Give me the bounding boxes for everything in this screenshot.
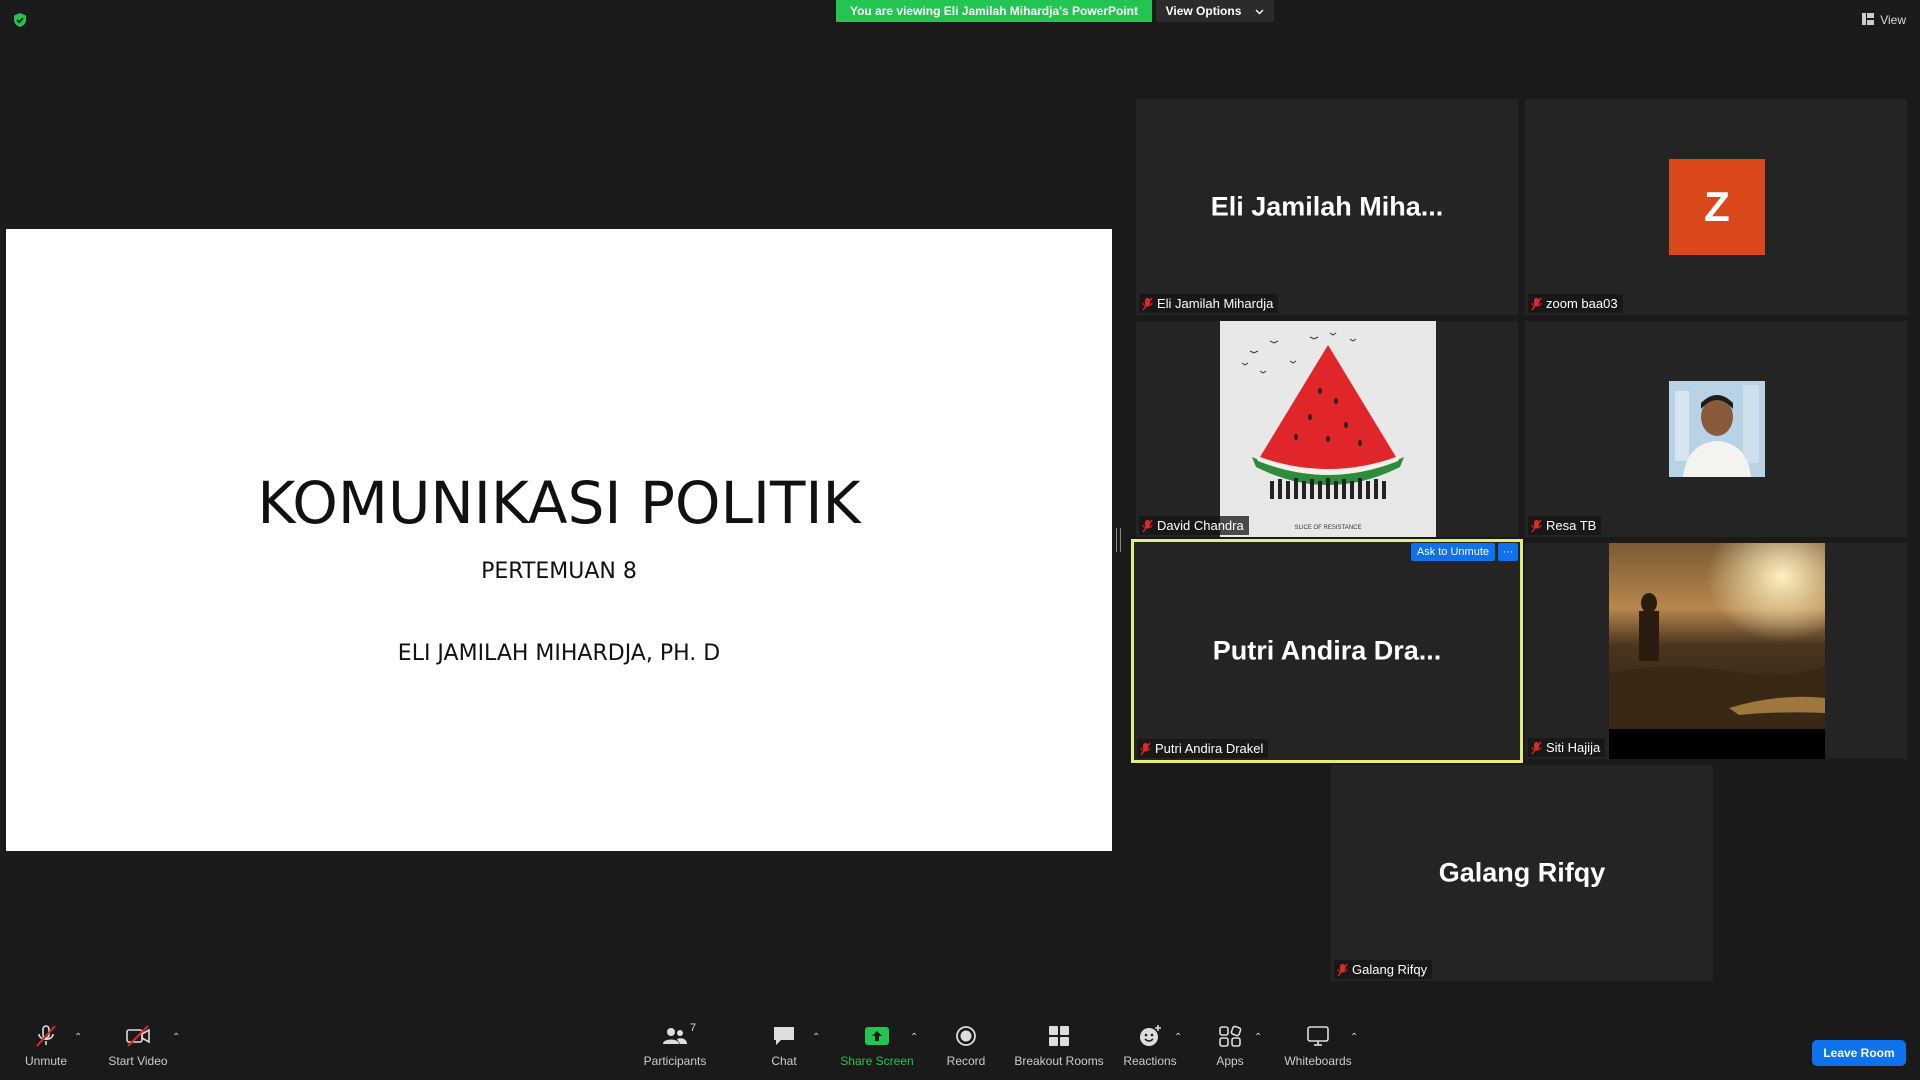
chevron-up-icon[interactable]: ⌃: [1350, 1032, 1360, 1043]
image-caption: SLICE OF RESISTANCE: [1294, 525, 1362, 531]
video-tile-galang[interactable]: Galang Rifqy Galang Rifqy: [1331, 765, 1713, 981]
slide-author: ELI JAMILAH MIHARDJA, PH. D: [397, 641, 721, 666]
profile-picture: [1669, 381, 1765, 477]
shared-presentation-slide[interactable]: KOMUNIKASI POLITIK PERTEMUAN 8 ELI JAMIL…: [6, 229, 1112, 851]
chevron-down-icon: [1255, 4, 1264, 18]
video-tile-resa[interactable]: Resa TB: [1525, 321, 1907, 537]
breakout-rooms-label: Breakout Rooms: [1014, 1054, 1104, 1068]
video-feed: [1609, 543, 1825, 759]
record-label: Record: [946, 1054, 986, 1068]
participant-name-label: Eli Jamilah Mihardja: [1139, 294, 1279, 313]
video-tile-putri[interactable]: Putri Andira Dra... Ask to Unmute ··· Pu…: [1131, 539, 1523, 763]
breakout-rooms-button[interactable]: Breakout Rooms: [1012, 1012, 1106, 1080]
avatar: Z: [1669, 159, 1765, 255]
unmute-label: Unmute: [24, 1054, 68, 1068]
participant-name: Galang Rifqy: [1352, 962, 1428, 977]
participants-label: Participants: [643, 1054, 707, 1068]
view-options-label: View Options: [1165, 4, 1242, 18]
apps-label: Apps: [1216, 1054, 1244, 1068]
participant-name-label: David Chandra: [1139, 516, 1249, 535]
share-screen-label: Share Screen: [840, 1054, 914, 1068]
chat-button[interactable]: Chat: [766, 1012, 802, 1080]
chevron-up-icon[interactable]: ⌃: [172, 1032, 182, 1043]
meeting-toolbar: Unmute ⌃ Start Video ⌃ Participants 7 Ch…: [0, 1012, 1920, 1080]
video-tile-eli[interactable]: Eli Jamilah Miha... Eli Jamilah Mihardja: [1136, 99, 1518, 315]
mic-muted-icon: [36, 1025, 56, 1047]
apps-button[interactable]: Apps: [1210, 1012, 1250, 1080]
mic-muted-icon: [1140, 742, 1151, 756]
more-options-button[interactable]: ···: [1498, 543, 1518, 561]
chevron-up-icon[interactable]: ⌃: [1174, 1032, 1184, 1043]
record-button[interactable]: Record: [944, 1012, 988, 1080]
chat-label: Chat: [771, 1054, 797, 1068]
whiteboards-button[interactable]: Whiteboards: [1282, 1012, 1354, 1080]
chevron-up-icon[interactable]: ⌃: [812, 1032, 822, 1043]
whiteboard-icon: [1307, 1026, 1329, 1046]
watermelon-illustration-icon: [1241, 332, 1404, 499]
unmute-button[interactable]: Unmute: [20, 1012, 72, 1080]
chevron-up-icon[interactable]: ⌃: [74, 1032, 84, 1043]
reactions-label: Reactions: [1123, 1054, 1177, 1068]
slide-title: KOMUNIKASI POLITIK: [257, 469, 861, 537]
view-button-label: View: [1880, 13, 1906, 27]
share-screen-button[interactable]: Share Screen: [840, 1012, 914, 1080]
video-tile-zoom-baa03[interactable]: Z zoom baa03: [1525, 99, 1907, 315]
mic-muted-icon: [1531, 741, 1542, 755]
slide-subtitle: PERTEMUAN 8: [481, 559, 637, 584]
grid-view-icon: [1862, 12, 1875, 28]
chevron-up-icon[interactable]: ⌃: [1254, 1032, 1264, 1043]
participant-display-name: Galang Rifqy: [1438, 857, 1606, 888]
participant-name-label: Putri Andira Drakel: [1137, 739, 1269, 758]
start-video-button[interactable]: Start Video: [106, 1012, 170, 1080]
chat-icon: [774, 1027, 794, 1045]
mic-muted-icon: [1531, 519, 1542, 533]
participant-name: David Chandra: [1157, 518, 1244, 533]
participant-name: zoom baa03: [1546, 296, 1618, 311]
breakout-rooms-icon: [1049, 1026, 1069, 1046]
camera-off-icon: [126, 1025, 150, 1047]
ask-to-unmute-button[interactable]: Ask to Unmute: [1410, 543, 1495, 561]
participant-name-label: zoom baa03: [1528, 294, 1623, 313]
participant-display-name: Eli Jamilah Miha...: [1210, 191, 1444, 222]
participant-name: Putri Andira Drakel: [1155, 741, 1264, 756]
mic-muted-icon: [1337, 963, 1348, 977]
participants-icon: [663, 1028, 687, 1044]
chevron-up-icon[interactable]: ⌃: [910, 1032, 920, 1043]
whiteboards-label: Whiteboards: [1284, 1054, 1352, 1068]
view-options-button[interactable]: View Options: [1156, 0, 1274, 22]
participants-button[interactable]: Participants: [640, 1012, 710, 1080]
start-video-label: Start Video: [108, 1054, 168, 1068]
participant-name-label: Siti Hajija: [1528, 738, 1606, 757]
share-screen-icon: [865, 1027, 889, 1045]
video-tile-david[interactable]: SLICE OF RESISTANCE David Chandra: [1136, 321, 1518, 537]
participant-name-label: Resa TB: [1528, 516, 1602, 535]
panel-resize-handle[interactable]: [1116, 528, 1121, 552]
participants-count: 7: [690, 1022, 697, 1034]
mic-muted-icon: [1142, 297, 1153, 311]
mic-muted-icon: [1142, 519, 1153, 533]
participant-name-label: Galang Rifqy: [1334, 960, 1433, 979]
mic-muted-icon: [1531, 297, 1542, 311]
participant-name: Resa TB: [1546, 518, 1597, 533]
leave-room-button[interactable]: Leave Room: [1812, 1040, 1906, 1066]
view-button[interactable]: View: [1862, 10, 1906, 30]
viewing-banner: You are viewing Eli Jamilah Mihardja's P…: [836, 0, 1152, 22]
apps-icon: [1219, 1025, 1242, 1047]
record-icon: [956, 1026, 976, 1046]
participant-name: Siti Hajija: [1546, 740, 1601, 755]
encryption-shield-icon[interactable]: [12, 12, 28, 28]
participant-display-name: Putri Andira Dra...: [1212, 635, 1442, 666]
participant-name: Eli Jamilah Mihardja: [1157, 296, 1274, 311]
profile-picture: SLICE OF RESISTANCE: [1220, 321, 1436, 537]
reactions-button[interactable]: Reactions: [1123, 1012, 1177, 1080]
emoji-reaction-icon: [1140, 1025, 1161, 1046]
video-tile-siti[interactable]: Siti Hajija: [1525, 543, 1907, 759]
